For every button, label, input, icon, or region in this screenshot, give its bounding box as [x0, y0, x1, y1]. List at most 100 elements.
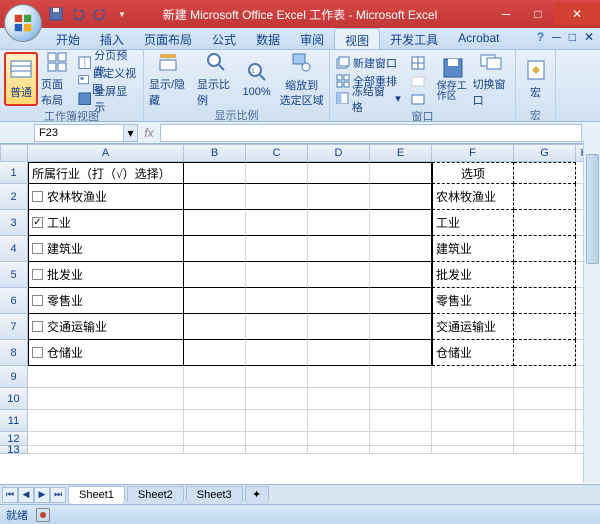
- minimize-button[interactable]: ─: [490, 3, 522, 25]
- row-header-10[interactable]: 10: [0, 388, 28, 410]
- cell-E1[interactable]: [370, 162, 432, 184]
- cell-B12[interactable]: [184, 432, 246, 446]
- row-header-3[interactable]: 3: [0, 210, 28, 236]
- cell-D1[interactable]: [308, 162, 370, 184]
- cell-D11[interactable]: [308, 410, 370, 432]
- cell-D12[interactable]: [308, 432, 370, 446]
- cell-D8[interactable]: [308, 340, 370, 366]
- cell-F1[interactable]: 选项: [432, 162, 514, 184]
- saveworkspace-button[interactable]: 保存工作区: [436, 52, 470, 106]
- cell-E10[interactable]: [370, 388, 432, 410]
- cell-G4[interactable]: [514, 236, 576, 262]
- cell-C6[interactable]: [246, 288, 308, 314]
- cell-A7[interactable]: 交通运输业: [28, 314, 184, 340]
- cell-C4[interactable]: [246, 236, 308, 262]
- showhide-button[interactable]: 显示/隐藏: [148, 52, 187, 106]
- cell-E6[interactable]: [370, 288, 432, 314]
- office-button[interactable]: [4, 4, 42, 42]
- col-header-B[interactable]: B: [184, 144, 246, 162]
- tab-data[interactable]: 数据: [246, 28, 290, 49]
- cell-E11[interactable]: [370, 410, 432, 432]
- cell-B9[interactable]: [184, 366, 246, 388]
- split-button[interactable]: [409, 54, 427, 71]
- cell-A9[interactable]: [28, 366, 184, 388]
- cell-D7[interactable]: [308, 314, 370, 340]
- cell-F5[interactable]: 批发业: [432, 262, 514, 288]
- cell-B4[interactable]: [184, 236, 246, 262]
- cell-G5[interactable]: [514, 262, 576, 288]
- name-box[interactable]: F23: [34, 124, 124, 142]
- cell-F3[interactable]: 工业: [432, 210, 514, 236]
- worksheet[interactable]: ABCDEFGH 12345678910111213 所属行业（打（√）选择）选…: [0, 144, 600, 484]
- tab-formula[interactable]: 公式: [202, 28, 246, 49]
- tab-home[interactable]: 开始: [46, 28, 90, 49]
- row-header-6[interactable]: 6: [0, 288, 28, 314]
- cell-B8[interactable]: [184, 340, 246, 366]
- checkbox-A8[interactable]: [32, 347, 43, 358]
- cell-D6[interactable]: [308, 288, 370, 314]
- min-ribbon-icon[interactable]: ─: [552, 30, 561, 44]
- cell-F2[interactable]: 农林牧渔业: [432, 184, 514, 210]
- cell-F13[interactable]: [432, 446, 514, 454]
- col-header-D[interactable]: D: [308, 144, 370, 162]
- row-header-9[interactable]: 9: [0, 366, 28, 388]
- cell-C13[interactable]: [246, 446, 308, 454]
- cell-G3[interactable]: [514, 210, 576, 236]
- fx-icon[interactable]: fx: [138, 126, 160, 140]
- cell-F11[interactable]: [432, 410, 514, 432]
- tab-view[interactable]: 视图: [334, 28, 380, 49]
- cell-B5[interactable]: [184, 262, 246, 288]
- cell-C9[interactable]: [246, 366, 308, 388]
- pagelayout-view-button[interactable]: 页面布局: [40, 52, 74, 106]
- formula-input[interactable]: [160, 124, 582, 142]
- row-header-7[interactable]: 7: [0, 314, 28, 340]
- cell-F9[interactable]: [432, 366, 514, 388]
- cell-E5[interactable]: [370, 262, 432, 288]
- cell-G7[interactable]: [514, 314, 576, 340]
- cell-A10[interactable]: [28, 388, 184, 410]
- cell-G10[interactable]: [514, 388, 576, 410]
- cell-F10[interactable]: [432, 388, 514, 410]
- cell-C10[interactable]: [246, 388, 308, 410]
- cell-C11[interactable]: [246, 410, 308, 432]
- cell-G12[interactable]: [514, 432, 576, 446]
- col-header-E[interactable]: E: [370, 144, 432, 162]
- cell-A8[interactable]: 仓储业: [28, 340, 184, 366]
- switchwindow-button[interactable]: 切换窗口: [472, 52, 511, 106]
- cell-F8[interactable]: 仓储业: [432, 340, 514, 366]
- sheet-tab-1[interactable]: Sheet1: [68, 486, 125, 504]
- next-sheet-button[interactable]: ▶: [34, 487, 50, 503]
- tab-acrobat[interactable]: Acrobat: [448, 28, 509, 49]
- restore-icon[interactable]: □: [569, 30, 576, 44]
- checkbox-A5[interactable]: [32, 269, 43, 280]
- cell-A2[interactable]: 农林牧渔业: [28, 184, 184, 210]
- undo-icon[interactable]: [70, 6, 86, 22]
- cell-C12[interactable]: [246, 432, 308, 446]
- save-icon[interactable]: [48, 6, 64, 22]
- tab-dev[interactable]: 开发工具: [380, 28, 448, 49]
- unhide-button[interactable]: [409, 90, 427, 107]
- cell-G11[interactable]: [514, 410, 576, 432]
- zoom-button[interactable]: 显示比例: [196, 52, 235, 106]
- normal-view-button[interactable]: 普通: [4, 52, 38, 106]
- row-header-13[interactable]: 13: [0, 446, 28, 454]
- cell-G2[interactable]: [514, 184, 576, 210]
- cell-G1[interactable]: [514, 162, 576, 184]
- macro-record-icon[interactable]: [36, 508, 50, 522]
- cell-F7[interactable]: 交通运输业: [432, 314, 514, 340]
- new-sheet-button[interactable]: ✦: [245, 486, 269, 504]
- tab-layout[interactable]: 页面布局: [134, 28, 202, 49]
- prev-sheet-button[interactable]: ◀: [18, 487, 34, 503]
- close-doc-icon[interactable]: ✕: [584, 30, 594, 44]
- namebox-dropdown[interactable]: ▾: [124, 124, 138, 142]
- cell-A3[interactable]: ✓工业: [28, 210, 184, 236]
- cell-B6[interactable]: [184, 288, 246, 314]
- row-header-8[interactable]: 8: [0, 340, 28, 366]
- cell-B10[interactable]: [184, 388, 246, 410]
- first-sheet-button[interactable]: ⏮: [2, 487, 18, 503]
- fullscreen-button[interactable]: 全屏显示: [76, 90, 139, 107]
- cell-F4[interactable]: 建筑业: [432, 236, 514, 262]
- cell-A5[interactable]: 批发业: [28, 262, 184, 288]
- cell-F12[interactable]: [432, 432, 514, 446]
- cell-C5[interactable]: [246, 262, 308, 288]
